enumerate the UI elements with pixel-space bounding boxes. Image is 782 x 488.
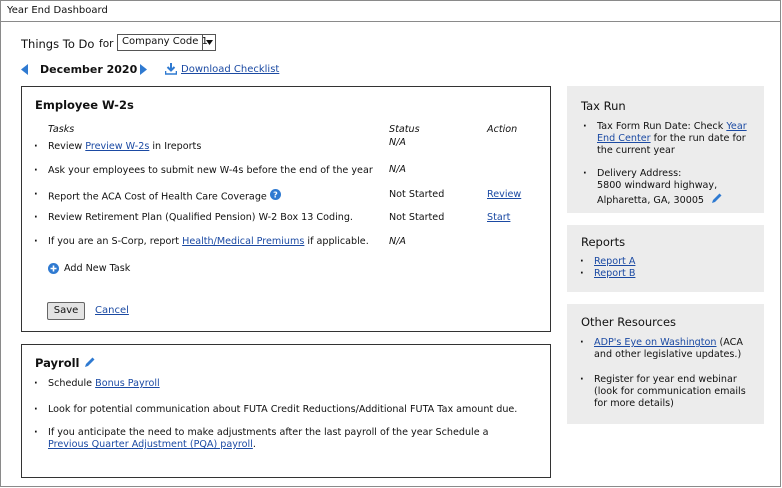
- status-value: Not Started: [389, 189, 445, 200]
- delivery-address-label: Delivery Address:: [597, 168, 682, 179]
- add-new-task-button[interactable]: Add New Task: [48, 263, 130, 274]
- task-text: Ask your employees to submit new W-4s be…: [48, 165, 373, 176]
- health-medical-premiums-link[interactable]: Health/Medical Premiums: [182, 236, 304, 247]
- task-text: Review: [48, 141, 86, 152]
- cancel-link[interactable]: Cancel: [95, 305, 129, 316]
- for-label: for: [99, 38, 114, 50]
- list-item: Review Retirement Plan (Qualified Pensio…: [34, 212, 353, 224]
- tax-run-title: Tax Run: [581, 99, 626, 113]
- payroll-panel: Payroll Schedule Bonus Payroll Look for …: [21, 344, 551, 478]
- list-item: Register for year end webinar (look for …: [580, 374, 759, 410]
- pqa-payroll-link[interactable]: Previous Quarter Adjustment (PQA) payrol…: [48, 439, 253, 450]
- review-action-link[interactable]: Review: [487, 189, 521, 200]
- current-month: December 2020: [40, 63, 138, 76]
- reports-title: Reports: [581, 235, 626, 249]
- task-text: Review Retirement Plan (Qualified Pensio…: [48, 212, 353, 223]
- status-value: N/A: [389, 236, 406, 247]
- pencil-icon[interactable]: [84, 356, 96, 371]
- list-item: Look for potential communication about F…: [34, 404, 518, 416]
- preview-w2s-link[interactable]: Preview W-2s: [85, 141, 149, 152]
- download-checklist-link[interactable]: Download Checklist: [181, 64, 279, 75]
- list-item: Ask your employees to submit new W-4s be…: [34, 165, 373, 177]
- adp-eye-on-washington-link[interactable]: ADP's Eye on Washington: [594, 337, 717, 348]
- report-b-link[interactable]: Report B: [594, 268, 635, 279]
- start-action-link[interactable]: Start: [487, 212, 510, 223]
- delivery-address-line: Alpharetta, GA, 30005: [597, 195, 705, 206]
- list-item: Tax Form Run Date: Check Year End Center…: [583, 121, 759, 157]
- window-title: Year End Dashboard: [1, 1, 780, 22]
- w2-panel-title: Employee W-2s: [35, 98, 134, 112]
- list-item: If you are an S-Corp, report Health/Medi…: [34, 236, 369, 248]
- delivery-address-line: 5800 windward highway,: [597, 180, 718, 191]
- list-item: Report B: [580, 268, 636, 280]
- list-item: ADP's Eye on Washington (ACA and other l…: [580, 337, 759, 361]
- chevron-down-icon: [202, 35, 215, 50]
- status-column-header: Status: [389, 124, 420, 135]
- list-item: If you anticipate the need to make adjus…: [34, 427, 508, 451]
- company-select-value: Company Code 1: [122, 36, 208, 47]
- list-item: Schedule Bonus Payroll: [34, 378, 160, 390]
- help-icon[interactable]: ?: [269, 189, 281, 204]
- plus-circle-icon: [48, 263, 59, 274]
- status-value: Not Started: [389, 212, 445, 223]
- things-to-do-label: Things To Do: [21, 37, 95, 51]
- list-item: Report the ACA Cost of Health Care Cover…: [34, 189, 281, 204]
- task-text: If you are an S-Corp, report: [48, 236, 183, 247]
- action-column-header: Action: [487, 124, 518, 135]
- list-item: Review Preview W-2s in Ireports: [34, 141, 202, 153]
- list-item: Report A: [580, 256, 636, 268]
- task-text: Report the ACA Cost of Health Care Cover…: [48, 191, 267, 203]
- tasks-column-header: Tasks: [48, 124, 75, 135]
- pencil-icon[interactable]: [711, 192, 723, 208]
- payroll-text: Look for potential communication about F…: [48, 404, 518, 415]
- status-value: N/A: [389, 137, 406, 148]
- company-select[interactable]: Company Code 1: [117, 34, 216, 51]
- other-resources-title: Other Resources: [581, 315, 677, 329]
- tax-run-text: Tax Form Run Date: Check: [597, 121, 727, 132]
- save-button[interactable]: Save: [47, 302, 85, 320]
- reports-panel: Reports Report A Report B: [567, 225, 764, 292]
- add-new-task-label: Add New Task: [64, 263, 131, 274]
- bonus-payroll-link[interactable]: Bonus Payroll: [95, 378, 160, 389]
- download-icon[interactable]: [164, 63, 178, 78]
- tax-run-panel: Tax Run Tax Form Run Date: Check Year En…: [567, 86, 764, 213]
- list-item: Delivery Address: 5800 windward highway,…: [583, 168, 759, 208]
- prev-month-arrow-icon[interactable]: [21, 64, 28, 78]
- payroll-panel-title: Payroll: [35, 356, 80, 370]
- payroll-text: Schedule: [48, 378, 96, 389]
- next-month-arrow-icon[interactable]: [140, 64, 147, 78]
- payroll-text: .: [252, 439, 256, 450]
- task-text: in Ireports: [149, 141, 202, 152]
- task-text: if applicable.: [304, 236, 369, 247]
- resource-text: Register for year end webinar (look for …: [594, 374, 746, 409]
- w2-panel: Employee W-2s Tasks Status Action Review…: [21, 86, 551, 332]
- status-value: N/A: [389, 164, 406, 175]
- report-a-link[interactable]: Report A: [594, 256, 635, 267]
- payroll-text: If you anticipate the need to make adjus…: [48, 427, 489, 438]
- other-resources-panel: Other Resources ADP's Eye on Washington …: [567, 304, 764, 424]
- svg-text:?: ?: [273, 191, 278, 200]
